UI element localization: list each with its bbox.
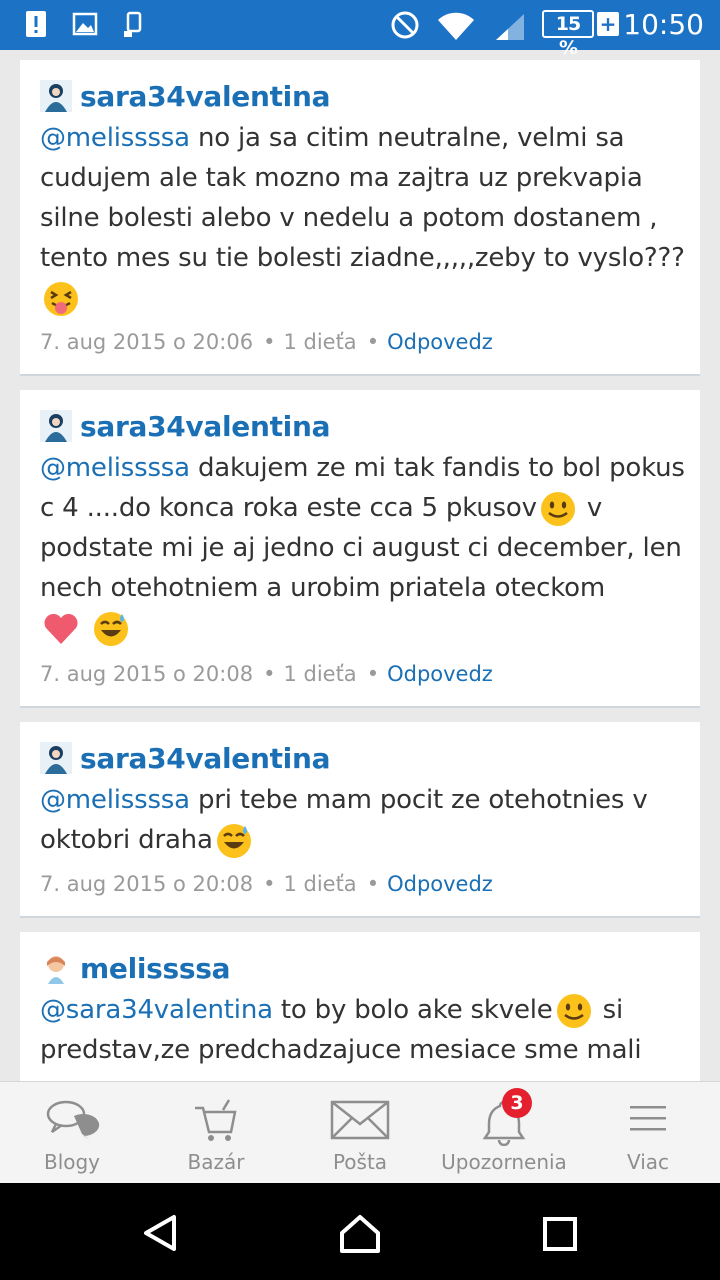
reply-link[interactable]: Odpovedz — [387, 330, 493, 354]
heart-emoji — [44, 613, 78, 644]
avatar[interactable] — [40, 80, 72, 112]
comment-author[interactable]: melissssa — [40, 950, 231, 986]
tab-upozornenia[interactable]: 3 Upozornenia — [432, 1082, 576, 1184]
battery-charging-plus: + — [597, 12, 619, 36]
reply-link[interactable]: Odpovedz — [387, 872, 493, 896]
comment-card: sara34valentina @melissssa pri tebe mam … — [20, 722, 700, 918]
tab-label: Upozornenia — [441, 1150, 567, 1174]
smile-emoji — [556, 993, 591, 1028]
comment-card: sara34valentina @melissssa no ja sa citi… — [20, 60, 700, 376]
comment-text: @melissssa no ja sa citim neutralne, vel… — [40, 118, 685, 318]
comment-meta: 7. aug 2015 o 20:06 • 1 dieťa • Odpovedz — [40, 330, 493, 354]
hamburger-menu-icon — [630, 1106, 666, 1131]
comment-date: 7. aug 2015 o 20:06 — [40, 330, 254, 354]
comment-author[interactable]: sara34valentina — [40, 408, 331, 444]
image-icon — [72, 12, 98, 36]
mention-link[interactable]: @melissssa — [40, 453, 190, 483]
avatar[interactable] — [40, 742, 72, 774]
battery-icon: 15 % — [542, 10, 594, 59]
comment-author[interactable]: sara34valentina — [40, 78, 331, 114]
author-name[interactable]: sara34valentina — [80, 410, 331, 443]
notification-badge: 3 — [502, 1088, 532, 1118]
avatar[interactable] — [40, 410, 72, 442]
author-name[interactable]: melissssa — [80, 952, 231, 985]
sweat-smile-emoji — [216, 823, 251, 858]
chat-bubbles-icon — [46, 1100, 100, 1140]
tab-label: Blogy — [43, 1150, 101, 1174]
bottom-tab-bar: Blogy Bazár Pošta 3 Upozornenia Viac — [0, 1081, 720, 1183]
tab-label: Viac — [626, 1150, 670, 1174]
comment-text: @melissssa pri tebe mam pocit ze otehotn… — [40, 780, 685, 860]
comment-body: to by bolo ake skvele — [272, 995, 553, 1025]
child-count: 1 dieťa — [283, 330, 357, 354]
mention-link[interactable]: @melissssa — [40, 123, 190, 153]
comment-text: @sara34valentina to by bolo ake skvele s… — [40, 990, 685, 1070]
tab-blogy[interactable]: Blogy — [0, 1082, 144, 1184]
signal-icon — [496, 14, 524, 40]
comment-meta: 7. aug 2015 o 20:08 • 1 dieťa • Odpovedz — [40, 872, 493, 896]
author-name[interactable]: sara34valentina — [80, 742, 331, 775]
tongue-out-emoji — [44, 281, 78, 316]
system-nav-bar — [0, 1183, 720, 1280]
author-name[interactable]: sara34valentina — [80, 80, 331, 113]
comment-card: sara34valentina @melissssa dakujem ze mi… — [20, 390, 700, 708]
tab-label: Pošta — [332, 1150, 388, 1174]
tab-posta[interactable]: Pošta — [288, 1082, 432, 1184]
comment-card: melissssa @sara34valentina to by bolo ak… — [20, 932, 700, 1081]
tab-viac[interactable]: Viac — [576, 1082, 720, 1184]
back-icon[interactable] — [140, 1213, 180, 1253]
status-clock: 10:50 — [623, 8, 704, 41]
smile-emoji — [540, 491, 575, 526]
wifi-icon — [438, 12, 474, 40]
alert-icon — [26, 11, 46, 37]
envelope-icon — [330, 1100, 390, 1140]
sweat-smile-emoji — [94, 611, 129, 646]
phone-transfer-icon — [124, 11, 142, 37]
comment-feed[interactable]: sara34valentina @melissssa no ja sa citi… — [0, 50, 720, 1081]
mention-link[interactable]: @melissssa — [40, 785, 190, 815]
home-icon[interactable] — [338, 1213, 382, 1255]
comment-date: 7. aug 2015 o 20:08 — [40, 872, 254, 896]
comment-author[interactable]: sara34valentina — [40, 740, 331, 776]
tab-label: Bazár — [187, 1150, 245, 1174]
comment-meta: 7. aug 2015 o 20:08 • 1 dieťa • Odpovedz — [40, 662, 493, 686]
shopping-cart-icon — [195, 1099, 237, 1141]
status-bar: 15 % + 10:50 — [0, 0, 720, 59]
child-count: 1 dieťa — [283, 872, 357, 896]
child-count: 1 dieťa — [283, 662, 357, 686]
comment-date: 7. aug 2015 o 20:08 — [40, 662, 254, 686]
mention-link[interactable]: @sara34valentina — [40, 995, 273, 1025]
comment-text: @melissssa dakujem ze mi tak fandis to b… — [40, 448, 685, 648]
avatar[interactable] — [40, 952, 72, 984]
reply-link[interactable]: Odpovedz — [387, 662, 493, 686]
recent-apps-icon[interactable] — [542, 1216, 578, 1252]
do-not-disturb-icon — [391, 11, 419, 39]
tab-bazar[interactable]: Bazár — [144, 1082, 288, 1184]
